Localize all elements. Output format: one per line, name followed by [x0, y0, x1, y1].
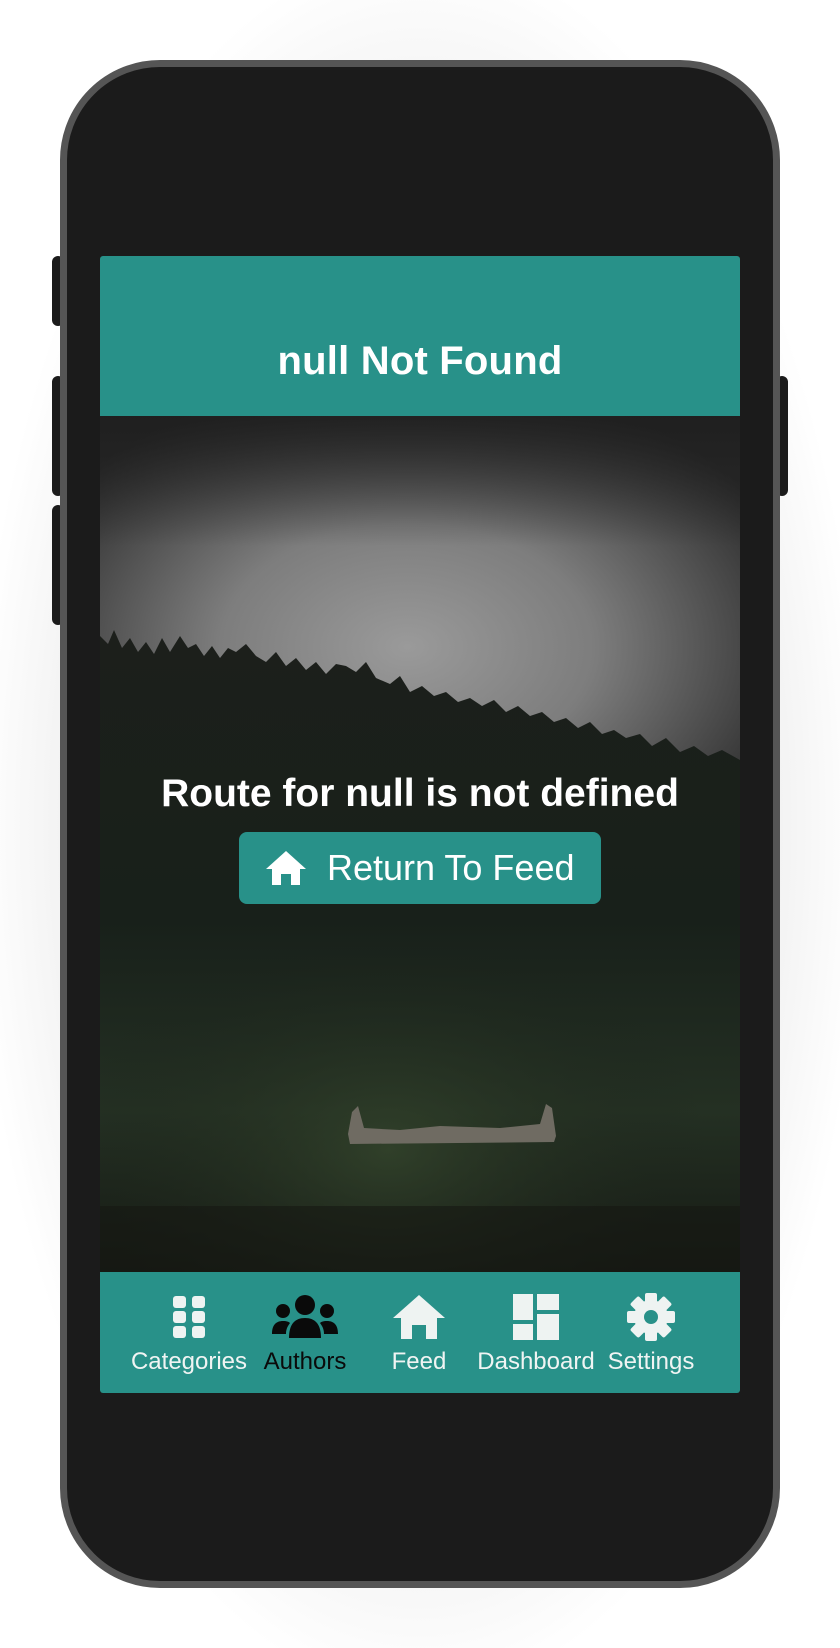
nav-label-feed: Feed [391, 1348, 447, 1375]
nav-item-categories[interactable]: Categories [129, 1272, 249, 1393]
app-header: null Not Found [100, 256, 740, 416]
gear-icon [627, 1293, 675, 1341]
nav-label-authors: Authors [263, 1348, 347, 1375]
home-icon [393, 1295, 445, 1339]
return-to-feed-label: Return To Feed [327, 847, 575, 888]
nav-item-settings[interactable]: Settings [591, 1272, 711, 1393]
users-icon [272, 1295, 338, 1338]
nav-item-feed[interactable]: Feed [359, 1272, 479, 1393]
app-screen: null Not Found Route for null is not def… [100, 256, 740, 1393]
home-icon [266, 851, 306, 885]
nav-item-dashboard[interactable]: Dashboard [476, 1272, 596, 1393]
page-title: null Not Found [277, 339, 563, 383]
nav-label-dashboard: Dashboard [477, 1348, 595, 1375]
bottom-navigation: Categories Authors Feed Dashboard Settin… [100, 1272, 740, 1393]
return-to-feed-button[interactable]: Return To Feed [239, 832, 601, 904]
nav-label-categories: Categories [130, 1348, 248, 1375]
nav-label-settings: Settings [607, 1348, 695, 1375]
not-found-message: Route for null is not defined [161, 772, 679, 815]
nav-item-authors[interactable]: Authors [245, 1272, 365, 1393]
not-found-content: Route for null is not defined Return To … [100, 416, 740, 1272]
grid-icon [173, 1296, 205, 1338]
dashboard-icon [513, 1294, 559, 1340]
